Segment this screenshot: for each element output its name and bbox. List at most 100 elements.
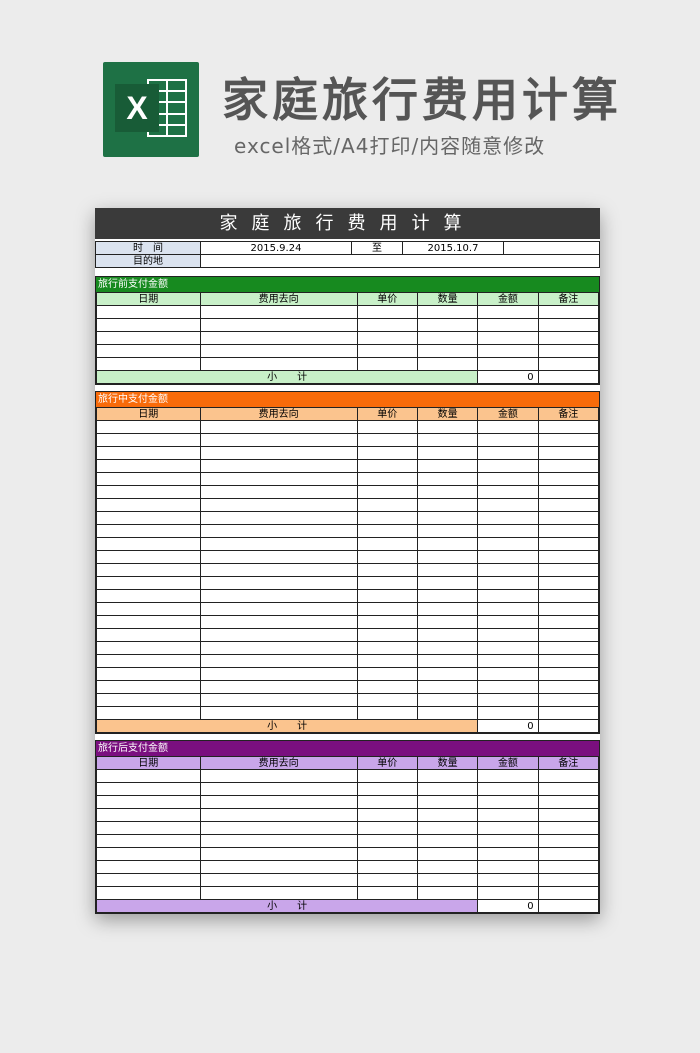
- table-cell[interactable]: [96, 589, 201, 603]
- table-cell[interactable]: [416, 459, 479, 473]
- table-cell[interactable]: [477, 641, 539, 655]
- table-cell[interactable]: [537, 834, 600, 848]
- table-cell[interactable]: [96, 433, 201, 447]
- table-cell[interactable]: [199, 420, 358, 434]
- table-cell[interactable]: [96, 769, 201, 783]
- table-cell[interactable]: [537, 886, 600, 900]
- table-cell[interactable]: [356, 834, 418, 848]
- table-cell[interactable]: [416, 472, 479, 486]
- table-cell[interactable]: [96, 782, 201, 796]
- table-cell[interactable]: [96, 498, 201, 512]
- table-cell[interactable]: [477, 602, 539, 616]
- table-cell[interactable]: [537, 318, 600, 332]
- table-cell[interactable]: [96, 654, 201, 668]
- table-cell[interactable]: [356, 433, 418, 447]
- table-cell[interactable]: [477, 667, 539, 681]
- table-cell[interactable]: [537, 808, 600, 822]
- table-cell[interactable]: [537, 602, 600, 616]
- table-cell[interactable]: [416, 357, 479, 371]
- table-cell[interactable]: [537, 821, 600, 835]
- table-cell[interactable]: [96, 511, 201, 525]
- table-cell[interactable]: [416, 602, 479, 616]
- table-cell[interactable]: [356, 550, 418, 564]
- table-cell[interactable]: [96, 537, 201, 551]
- table-cell[interactable]: [199, 550, 358, 564]
- table-cell[interactable]: [537, 628, 600, 642]
- table-cell[interactable]: [96, 873, 201, 887]
- table-cell[interactable]: [356, 667, 418, 681]
- table-cell[interactable]: [356, 459, 418, 473]
- table-cell[interactable]: [477, 834, 539, 848]
- table-cell[interactable]: [356, 357, 418, 371]
- table-cell[interactable]: [96, 524, 201, 538]
- table-cell[interactable]: [537, 459, 600, 473]
- table-cell[interactable]: [416, 498, 479, 512]
- table-cell[interactable]: [356, 305, 418, 319]
- table-cell[interactable]: [96, 641, 201, 655]
- table-cell[interactable]: [356, 472, 418, 486]
- table-cell[interactable]: [96, 305, 201, 319]
- table-cell[interactable]: [199, 472, 358, 486]
- table-cell[interactable]: [96, 357, 201, 371]
- table-cell[interactable]: [537, 485, 600, 499]
- table-cell[interactable]: [477, 821, 539, 835]
- table-cell[interactable]: [356, 654, 418, 668]
- table-cell[interactable]: [477, 693, 539, 707]
- table-cell[interactable]: [477, 357, 539, 371]
- table-cell[interactable]: [416, 706, 479, 720]
- table-cell[interactable]: [356, 511, 418, 525]
- table-cell[interactable]: [477, 550, 539, 564]
- table-cell[interactable]: [199, 357, 358, 371]
- table-cell[interactable]: [356, 795, 418, 809]
- table-cell[interactable]: [356, 420, 418, 434]
- destination-cell[interactable]: [200, 254, 600, 268]
- table-cell[interactable]: [96, 795, 201, 809]
- table-cell[interactable]: [96, 834, 201, 848]
- table-cell[interactable]: [416, 331, 479, 345]
- table-cell[interactable]: [199, 446, 358, 460]
- table-cell[interactable]: [199, 821, 358, 835]
- table-cell[interactable]: [199, 769, 358, 783]
- table-cell[interactable]: [537, 305, 600, 319]
- table-cell[interactable]: [199, 485, 358, 499]
- table-cell[interactable]: [96, 680, 201, 694]
- table-cell[interactable]: [356, 602, 418, 616]
- table-cell[interactable]: [96, 576, 201, 590]
- table-cell[interactable]: [537, 524, 600, 538]
- table-cell[interactable]: [537, 589, 600, 603]
- table-cell[interactable]: [199, 628, 358, 642]
- table-cell[interactable]: [199, 576, 358, 590]
- table-cell[interactable]: [537, 331, 600, 345]
- table-cell[interactable]: [199, 654, 358, 668]
- table-cell[interactable]: [199, 782, 358, 796]
- table-cell[interactable]: [537, 420, 600, 434]
- table-cell[interactable]: [199, 860, 358, 874]
- table-cell[interactable]: [477, 318, 539, 332]
- table-cell[interactable]: [356, 821, 418, 835]
- table-cell[interactable]: [199, 847, 358, 861]
- table-cell[interactable]: [477, 446, 539, 460]
- table-cell[interactable]: [96, 446, 201, 460]
- table-cell[interactable]: [96, 420, 201, 434]
- table-cell[interactable]: [477, 420, 539, 434]
- table-cell[interactable]: [199, 706, 358, 720]
- date-end-cell[interactable]: 2015.10.7: [402, 241, 504, 255]
- table-cell[interactable]: [477, 873, 539, 887]
- table-cell[interactable]: [96, 485, 201, 499]
- table-cell[interactable]: [537, 860, 600, 874]
- table-cell[interactable]: [537, 550, 600, 564]
- table-cell[interactable]: [356, 537, 418, 551]
- table-cell[interactable]: [356, 860, 418, 874]
- table-cell[interactable]: [356, 589, 418, 603]
- table-cell[interactable]: [96, 602, 201, 616]
- table-cell[interactable]: [416, 769, 479, 783]
- table-cell[interactable]: [96, 472, 201, 486]
- table-cell[interactable]: [537, 769, 600, 783]
- table-cell[interactable]: [477, 769, 539, 783]
- table-cell[interactable]: [356, 873, 418, 887]
- table-cell[interactable]: [477, 847, 539, 861]
- table-cell[interactable]: [96, 615, 201, 629]
- table-cell[interactable]: [416, 821, 479, 835]
- table-cell[interactable]: [477, 344, 539, 358]
- table-cell[interactable]: [416, 433, 479, 447]
